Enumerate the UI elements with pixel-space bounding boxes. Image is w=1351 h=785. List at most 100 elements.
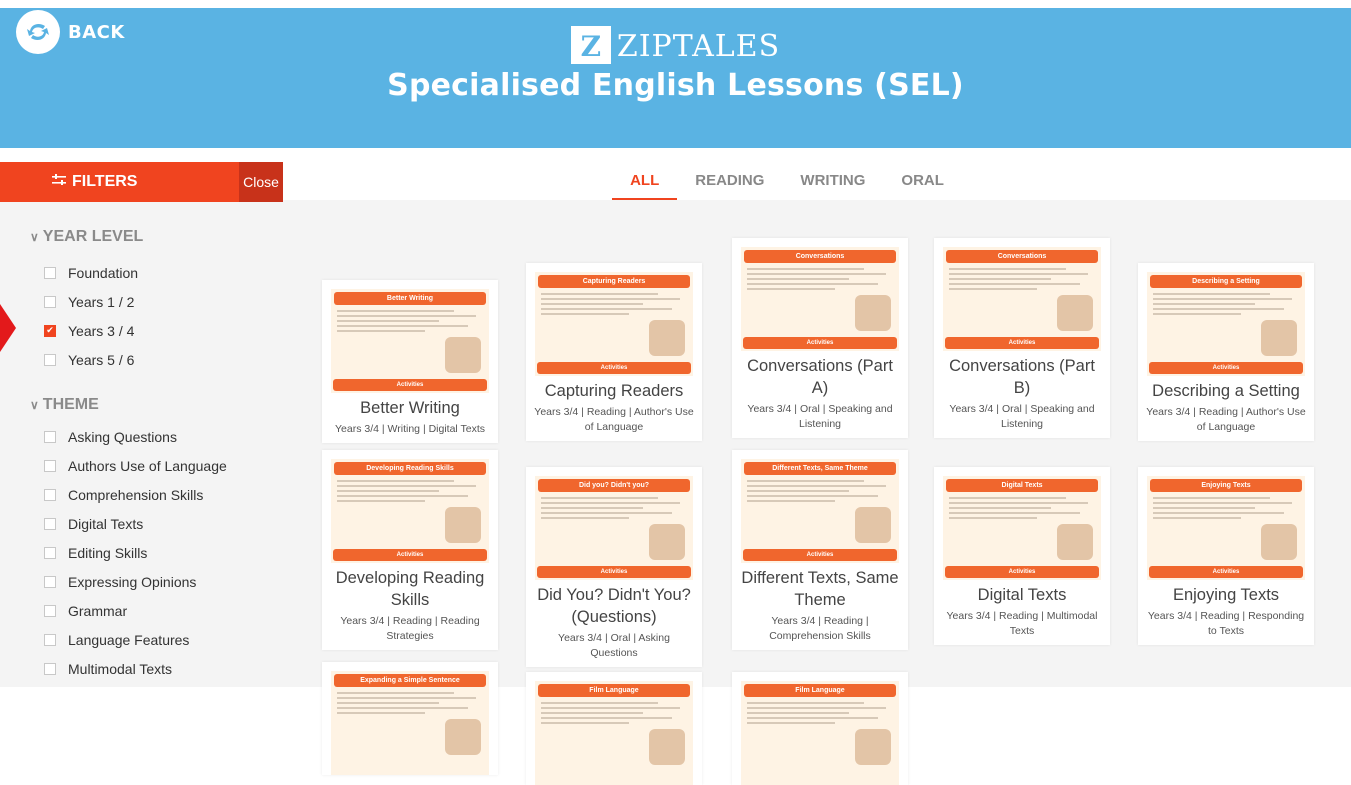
checkbox-icon[interactable] xyxy=(44,295,56,308)
lesson-thumbnail[interactable]: Different Texts, Same Theme Activities xyxy=(741,459,899,563)
activities-button[interactable]: Activities xyxy=(537,362,691,374)
thumbnail-title: Different Texts, Same Theme xyxy=(744,462,896,475)
tab-oral[interactable]: ORAL xyxy=(883,162,962,200)
lesson-card[interactable]: Expanding a Simple Sentence xyxy=(322,662,498,775)
thumbnail-text-lines xyxy=(1153,497,1299,519)
lesson-thumbnail[interactable]: Film Language xyxy=(535,681,693,785)
theme-option[interactable]: Multimodal Texts xyxy=(44,654,283,683)
theme-heading[interactable]: ∨ THEME xyxy=(30,396,283,414)
lesson-title[interactable]: Enjoying Texts xyxy=(1144,584,1308,606)
lesson-title[interactable]: Different Texts, Same Theme xyxy=(738,567,902,611)
lesson-meta: Years 3/4 | Oral | Speaking and Listenin… xyxy=(949,403,1095,430)
lesson-card[interactable]: Enjoying Texts Activities Enjoying Texts Ye… xyxy=(1138,467,1314,645)
year-level-option[interactable]: Foundation xyxy=(44,258,283,287)
lesson-card[interactable]: Better Writing Activities Better Writing Ye… xyxy=(322,280,498,443)
theme-option[interactable]: Grammar xyxy=(44,596,283,625)
checkbox-icon[interactable] xyxy=(44,488,56,501)
theme-option[interactable]: Expressing Opinions xyxy=(44,567,283,596)
lesson-title[interactable]: Conversations (Part A) xyxy=(738,355,902,399)
thumbnail-title: Capturing Readers xyxy=(538,275,690,288)
brand-name: ZIPTALES xyxy=(616,28,781,64)
year-level-option[interactable]: Years 5 / 6 xyxy=(44,345,283,374)
thumbnail-text-lines xyxy=(541,293,687,315)
lesson-thumbnail[interactable]: Describing a Setting Activities xyxy=(1147,272,1305,376)
tab-writing[interactable]: WRITING xyxy=(782,162,883,200)
lesson-title[interactable]: Better Writing xyxy=(328,397,492,419)
lesson-thumbnail[interactable]: Better Writing Activities xyxy=(331,289,489,393)
activities-button[interactable]: Activities xyxy=(333,379,487,391)
checkbox-icon[interactable] xyxy=(44,459,56,472)
theme-option[interactable]: Comprehension Skills xyxy=(44,480,283,509)
lesson-card[interactable]: Conversations Activities Conversations (Pa… xyxy=(732,238,908,438)
lesson-title[interactable]: Did You? Didn't You? (Questions) xyxy=(532,584,696,628)
lesson-card[interactable]: Digital Texts Activities Digital Texts Year… xyxy=(934,467,1110,645)
lesson-meta: Years 3/4 | Writing | Digital Texts xyxy=(335,423,485,435)
lesson-title[interactable]: Conversations (Part B) xyxy=(940,355,1104,399)
illustration-icon xyxy=(855,295,891,331)
thumbnail-text-lines xyxy=(541,497,687,519)
lesson-card[interactable]: Describing a Setting Activities Describing… xyxy=(1138,263,1314,441)
lesson-thumbnail[interactable]: Film Language xyxy=(741,681,899,785)
checkbox-icon[interactable] xyxy=(44,266,56,279)
thumbnail-title: Conversations xyxy=(744,250,896,263)
lesson-thumbnail[interactable]: Conversations Activities xyxy=(741,247,899,351)
lesson-title[interactable]: Digital Texts xyxy=(940,584,1104,606)
activities-button[interactable]: Activities xyxy=(1149,566,1303,578)
checkbox-icon[interactable] xyxy=(44,633,56,646)
thumbnail-title: Enjoying Texts xyxy=(1150,479,1302,492)
lesson-thumbnail[interactable]: Enjoying Texts Activities xyxy=(1147,476,1305,580)
filters-title: FILTERS xyxy=(52,173,137,191)
lesson-card[interactable]: Conversations Activities Conversations (Pa… xyxy=(934,238,1110,438)
activities-button[interactable]: Activities xyxy=(945,337,1099,349)
lesson-title[interactable]: Developing Reading Skills xyxy=(328,567,492,611)
illustration-icon xyxy=(445,719,481,755)
illustration-icon xyxy=(1057,295,1093,331)
lesson-thumbnail[interactable]: Conversations Activities xyxy=(943,247,1101,351)
thumbnail-text-lines xyxy=(1153,293,1299,315)
activities-button[interactable]: Activities xyxy=(1149,362,1303,374)
theme-option[interactable]: Language Features xyxy=(44,625,283,654)
checkbox-icon[interactable] xyxy=(44,575,56,588)
year-level-heading[interactable]: ∨ YEAR LEVEL xyxy=(30,228,283,246)
lesson-card[interactable]: Different Texts, Same Theme Activities Dif… xyxy=(732,450,908,650)
checkbox-icon[interactable] xyxy=(44,517,56,530)
lesson-card[interactable]: Capturing Readers Activities Capturing Rea… xyxy=(526,263,702,441)
illustration-icon xyxy=(649,524,685,560)
activities-button[interactable]: Activities xyxy=(743,549,897,561)
activities-button[interactable]: Activities xyxy=(743,337,897,349)
theme-option[interactable]: Authors Use of Language xyxy=(44,451,283,480)
theme-option-label: Editing Skills xyxy=(68,544,148,561)
lesson-thumbnail[interactable]: Did you? Didn't you? Activities xyxy=(535,476,693,580)
tab-reading[interactable]: READING xyxy=(677,162,782,200)
lesson-card[interactable]: Developing Reading Skills Activities Devel… xyxy=(322,450,498,650)
lesson-card[interactable]: Did you? Didn't you? Activities Did You? D… xyxy=(526,467,702,667)
year-level-option[interactable]: ✔ Years 3 / 4 xyxy=(44,316,283,345)
theme-option-label: Asking Questions xyxy=(68,428,177,445)
activities-button[interactable]: Activities xyxy=(333,549,487,561)
lesson-title[interactable]: Capturing Readers xyxy=(532,380,696,402)
year-level-option[interactable]: Years 1 / 2 xyxy=(44,287,283,316)
lesson-thumbnail[interactable]: Developing Reading Skills Activities xyxy=(331,459,489,563)
theme-option[interactable]: Editing Skills xyxy=(44,538,283,567)
selection-pointer-arrow xyxy=(0,304,16,352)
checkbox-icon[interactable] xyxy=(44,353,56,366)
thumbnail-text-lines xyxy=(541,702,687,724)
activities-button[interactable]: Activities xyxy=(945,566,1099,578)
checkbox-icon[interactable] xyxy=(44,662,56,675)
activities-button[interactable]: Activities xyxy=(537,566,691,578)
lesson-title[interactable]: Describing a Setting xyxy=(1144,380,1308,402)
tab-all[interactable]: ALL xyxy=(612,162,678,200)
checkbox-icon[interactable] xyxy=(44,546,56,559)
lesson-card[interactable]: Film Language xyxy=(732,672,908,785)
lesson-meta: Years 3/4 | Reading | Comprehension Skil… xyxy=(769,615,871,642)
checkbox-icon[interactable] xyxy=(44,430,56,443)
lesson-thumbnail[interactable]: Digital Texts Activities xyxy=(943,476,1101,580)
theme-option[interactable]: Asking Questions xyxy=(44,422,283,451)
checkbox-icon[interactable] xyxy=(44,604,56,617)
lesson-card[interactable]: Film Language xyxy=(526,672,702,785)
thumbnail-title: Better Writing xyxy=(334,292,486,305)
theme-option[interactable]: Digital Texts xyxy=(44,509,283,538)
close-filters-button[interactable]: Close xyxy=(239,162,283,202)
lesson-thumbnail[interactable]: Capturing Readers Activities xyxy=(535,272,693,376)
checkbox-checked-icon[interactable]: ✔ xyxy=(44,324,56,337)
